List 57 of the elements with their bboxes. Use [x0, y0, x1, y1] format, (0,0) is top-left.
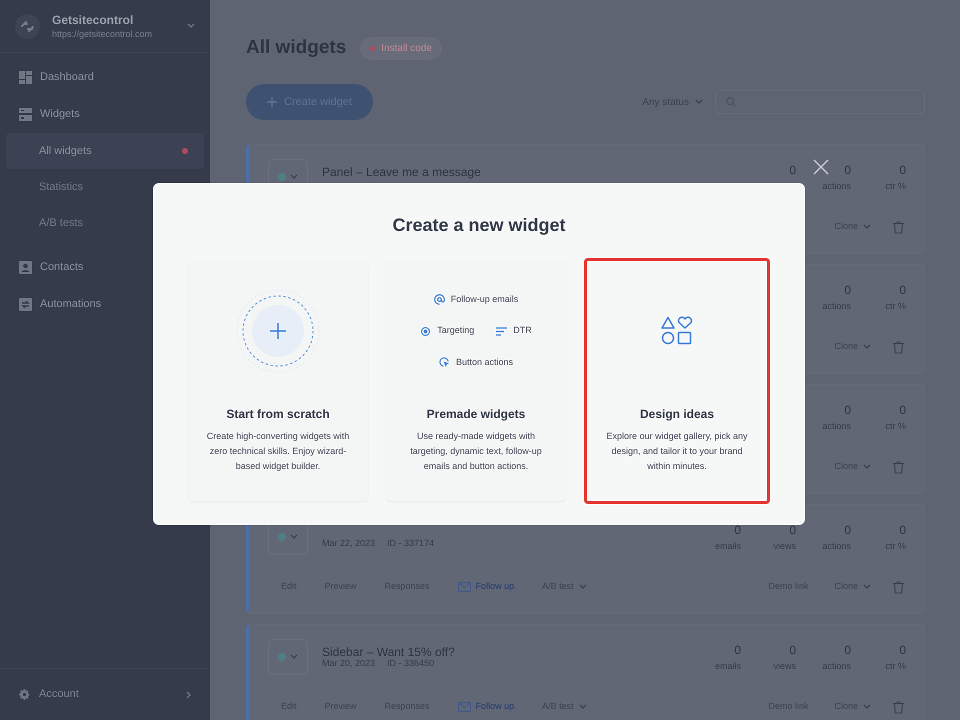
- nav-icon: [19, 261, 32, 274]
- feature-icon: [434, 294, 445, 305]
- search-field[interactable]: [715, 90, 925, 114]
- chevron-icon: [186, 690, 192, 698]
- feature-label: Button actions: [438, 356, 514, 370]
- option-card[interactable]: Follow-up emails Targeting DTR Button actions Premade widgets Use ready-made widgets with targeting, dynamic text, follow-up emails and button actions.: [386, 261, 566, 501]
- shapes-icon: [661, 316, 693, 346]
- account-menu[interactable]: Account: [0, 668, 210, 720]
- caret-icon: [290, 654, 298, 660]
- mail-icon: [458, 702, 471, 712]
- caret-icon: [290, 534, 298, 540]
- option-card[interactable]: Start from scratch Create high-converting widgets with zero technical skills. Enjoy wizard-based widget builder.: [188, 261, 368, 501]
- nav-item[interactable]: Widgets: [0, 96, 210, 133]
- plus-icon: [267, 97, 277, 107]
- feature-icon: [496, 326, 508, 336]
- caret-icon: [863, 584, 871, 590]
- delete-button[interactable]: [893, 580, 904, 594]
- close-button[interactable]: [813, 159, 829, 175]
- nav-item[interactable]: Dashboard: [0, 59, 210, 96]
- delete-button[interactable]: [893, 220, 904, 234]
- mail-icon: [458, 582, 471, 592]
- delete-button[interactable]: [893, 700, 904, 714]
- caret-icon: [578, 704, 587, 710]
- caret-icon: [578, 584, 587, 590]
- caret-icon: [863, 224, 871, 230]
- action-link[interactable]: Follow up: [458, 580, 514, 594]
- caret-icon: [863, 464, 871, 470]
- feature-icon: [420, 326, 432, 336]
- action-link[interactable]: Follow up: [458, 700, 514, 714]
- feature-label: DTR: [496, 324, 532, 338]
- caret-icon: [863, 704, 871, 710]
- feature-icon: [438, 357, 450, 368]
- option-description: Explore our widget gallery, pick any design, and tailor it to your brand within minutes.: [606, 430, 748, 473]
- delete-button[interactable]: [893, 340, 904, 354]
- nav-subitem[interactable]: All widgets: [6, 133, 204, 169]
- delete-button[interactable]: [893, 460, 904, 474]
- logo-icon: [15, 14, 40, 38]
- settings-icon: [18, 688, 31, 701]
- site-url[interactable]: https://getsitecontrol.com: [52, 28, 175, 40]
- caret-icon: [290, 174, 298, 180]
- feature-label: Follow-up emails: [434, 292, 518, 306]
- option-title: Design ideas: [640, 406, 714, 423]
- option-description: Use ready-made widgets with targeting, dynamic text, follow-up emails and button actions.: [409, 430, 543, 473]
- caret-icon: [695, 99, 703, 105]
- option-description: Create high-converting widgets with zero technical skills. Enjoy wizard-based widget builder.: [206, 430, 350, 473]
- feature-label: Targeting: [420, 324, 474, 338]
- brand-name: Getsitecontrol: [52, 12, 134, 28]
- nav-icon: [19, 108, 32, 121]
- nav-icon: [19, 298, 32, 311]
- modal-title: Create a new widget: [392, 214, 566, 237]
- chevron-icon: [187, 23, 195, 29]
- caret-icon: [863, 344, 871, 350]
- option-card[interactable]: Design ideas Explore our widget gallery, pick any design, and tailor it to your brand within minutes.: [584, 258, 770, 504]
- nav-icon: [19, 71, 32, 84]
- install-code-badge[interactable]: Install code: [360, 36, 442, 60]
- option-title: Start from scratch: [226, 406, 330, 423]
- option-title: Premade widgets: [426, 406, 526, 423]
